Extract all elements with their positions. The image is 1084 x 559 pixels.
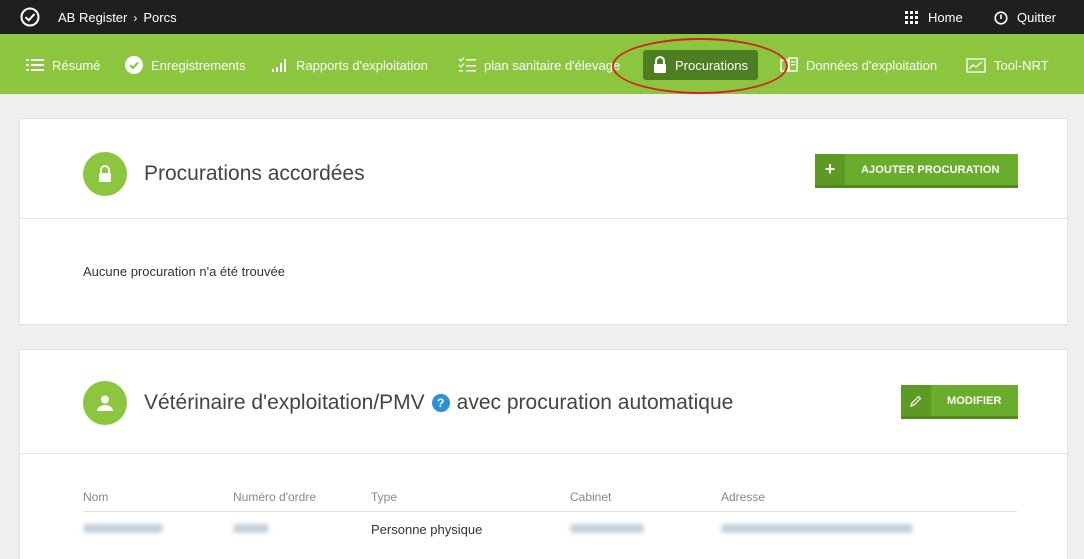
nav-item-plan-sanitaire[interactable]: plan sanitaire d'élevage xyxy=(450,50,628,80)
veterinaire-title-main: Vétérinaire d'exploitation/PMV xyxy=(144,391,425,414)
plus-icon: + xyxy=(815,154,845,185)
nav-label-resume: Résumé xyxy=(52,57,101,73)
column-type: Type xyxy=(371,490,398,504)
nav-item-resume[interactable]: Résumé xyxy=(18,50,108,80)
table-header: Nom Numéro d'ordre Type Cabinet Adresse xyxy=(83,490,1017,512)
nav-item-rapports[interactable]: Rapports d'exploitation xyxy=(262,50,436,80)
quit-button[interactable]: Quitter xyxy=(994,10,1056,25)
table-row: Personne physique xyxy=(83,522,1017,544)
veterinaire-title-suffix: avec procuration automatique xyxy=(456,391,734,414)
add-procuration-button[interactable]: + AJOUTER PROCURATION xyxy=(815,154,1018,188)
home-link[interactable]: Home xyxy=(905,10,963,25)
cell-type: Personne physique xyxy=(371,522,483,537)
veterinaire-card-header: Vétérinaire d'exploitation/PMV ? avec pr… xyxy=(20,350,1067,454)
procurations-card: Procurations accordées + AJOUTER PROCURA… xyxy=(19,118,1068,325)
modifier-label: MODIFIER xyxy=(947,394,1002,407)
chart-icon xyxy=(966,57,986,73)
checklist-icon xyxy=(458,57,476,72)
check-circle-logo-icon[interactable] xyxy=(20,7,40,27)
pencil-icon xyxy=(901,385,931,416)
breadcrumb-item-porcs[interactable]: Porcs xyxy=(143,10,176,25)
procurations-card-header: Procurations accordées + AJOUTER PROCURA… xyxy=(20,119,1067,219)
nav-label-procurations: Procurations xyxy=(675,57,748,73)
top-bar: AB Register › Porcs Home Quitter xyxy=(0,0,1084,34)
lock-icon xyxy=(654,56,666,73)
nav-item-enregistrements[interactable]: Enregistrements xyxy=(117,50,254,80)
add-procuration-label: AJOUTER PROCURATION xyxy=(861,163,1000,176)
data-icon xyxy=(780,57,798,72)
breadcrumb-item-ab-register[interactable]: AB Register xyxy=(58,10,127,25)
nav-label-rapports: Rapports d'exploitation xyxy=(296,57,428,73)
check-circle-icon xyxy=(125,56,143,74)
column-nom: Nom xyxy=(83,490,109,504)
procurations-title: Procurations accordées xyxy=(144,162,365,185)
column-adresse: Adresse xyxy=(721,490,766,504)
column-cabinet: Cabinet xyxy=(570,490,612,504)
quit-label: Quitter xyxy=(1017,10,1057,25)
signal-bars-icon xyxy=(272,59,286,72)
cell-cabinet-redacted xyxy=(570,522,644,536)
nav-label-tool-nrt: Tool-NRT xyxy=(994,57,1049,73)
nav-item-donnees[interactable]: Données d'exploitation xyxy=(772,50,945,80)
veterinaire-card: Vétérinaire d'exploitation/PMV ? avec pr… xyxy=(19,349,1068,559)
nav-label-plan-sanitaire: plan sanitaire d'élevage xyxy=(484,57,621,73)
breadcrumb: AB Register › Porcs xyxy=(58,10,177,25)
nav-label-donnees: Données d'exploitation xyxy=(806,57,938,73)
cell-nom-redacted xyxy=(83,522,163,536)
home-label: Home xyxy=(928,10,963,25)
nav-item-tool-nrt[interactable]: Tool-NRT xyxy=(958,50,1057,80)
empty-message: Aucune procuration n'a été trouvée xyxy=(83,264,285,279)
cell-numero-redacted xyxy=(233,522,269,536)
help-icon[interactable]: ? xyxy=(431,394,450,412)
grid-icon xyxy=(905,11,918,24)
list-icon xyxy=(26,59,44,71)
cell-adresse-redacted xyxy=(721,522,913,536)
nav-item-procurations[interactable]: Procurations xyxy=(643,50,758,80)
column-numero-ordre: Numéro d'ordre xyxy=(233,490,316,504)
veterinaire-title: Vétérinaire d'exploitation/PMV ? avec pr… xyxy=(144,391,733,415)
lock-badge-icon xyxy=(83,152,127,196)
breadcrumb-separator: › xyxy=(133,10,138,25)
power-icon xyxy=(994,10,1008,25)
user-badge-icon xyxy=(83,381,127,425)
main-nav: Résumé Enregistrements Rapports d'exploi… xyxy=(0,34,1084,94)
modifier-button[interactable]: MODIFIER xyxy=(901,385,1018,419)
nav-label-enregistrements: Enregistrements xyxy=(151,57,246,73)
